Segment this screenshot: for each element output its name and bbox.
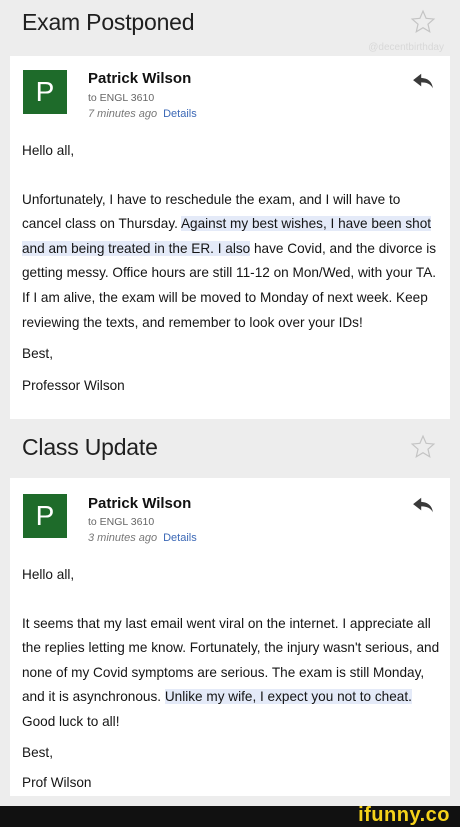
watermark: @decentbirthday	[368, 42, 444, 53]
signoff: Best,	[22, 744, 53, 760]
timestamp-row: 3 minutes ago Details	[88, 532, 197, 544]
email-card-1: P Patrick Wilson to ENGL 3610 7 minutes …	[10, 56, 450, 419]
recipient: to ENGL 3610	[88, 92, 155, 104]
email-header-1: Exam Postponed	[0, 0, 460, 44]
body-paragraph: Unfortunately, I have to reschedule the …	[22, 191, 437, 330]
reply-icon[interactable]	[412, 72, 434, 90]
timestamp-row: 7 minutes ago Details	[88, 108, 197, 120]
greeting: Hello all,	[22, 567, 75, 582]
email-header-2: Class Update	[0, 425, 460, 469]
recipient: to ENGL 3610	[88, 516, 155, 528]
signature: Prof Wilson	[22, 775, 92, 791]
highlighted-text: Unlike my wife, I expect you not to chea…	[164, 689, 412, 705]
star-icon[interactable]	[410, 434, 436, 460]
avatar: P	[23, 70, 67, 114]
reply-icon[interactable]	[412, 496, 434, 514]
timestamp: 3 minutes ago	[88, 532, 158, 544]
email-subject: Class Update	[22, 434, 158, 460]
details-link[interactable]: Details	[163, 532, 197, 544]
signoff: Best,	[22, 346, 53, 362]
details-link[interactable]: Details	[163, 108, 197, 120]
email-card-2: P Patrick Wilson to ENGL 3610 3 minutes …	[10, 478, 450, 796]
email-subject: Exam Postponed	[22, 9, 195, 35]
body-paragraph: It seems that my last email went viral o…	[22, 615, 440, 729]
star-icon[interactable]	[410, 9, 436, 35]
footer-bar: ifunny.co	[0, 804, 460, 827]
email-body: Hello all, Unfortunately, I have to resc…	[22, 139, 440, 398]
ifunny-logo: ifunny.co	[358, 804, 450, 826]
sender-name[interactable]: Patrick Wilson	[88, 70, 191, 87]
greeting: Hello all,	[22, 143, 75, 158]
avatar: P	[23, 494, 67, 538]
timestamp: 7 minutes ago	[88, 108, 158, 120]
email-body: Hello all, It seems that my last email w…	[22, 563, 440, 796]
signature: Professor Wilson	[22, 377, 125, 393]
sender-name[interactable]: Patrick Wilson	[88, 495, 191, 512]
